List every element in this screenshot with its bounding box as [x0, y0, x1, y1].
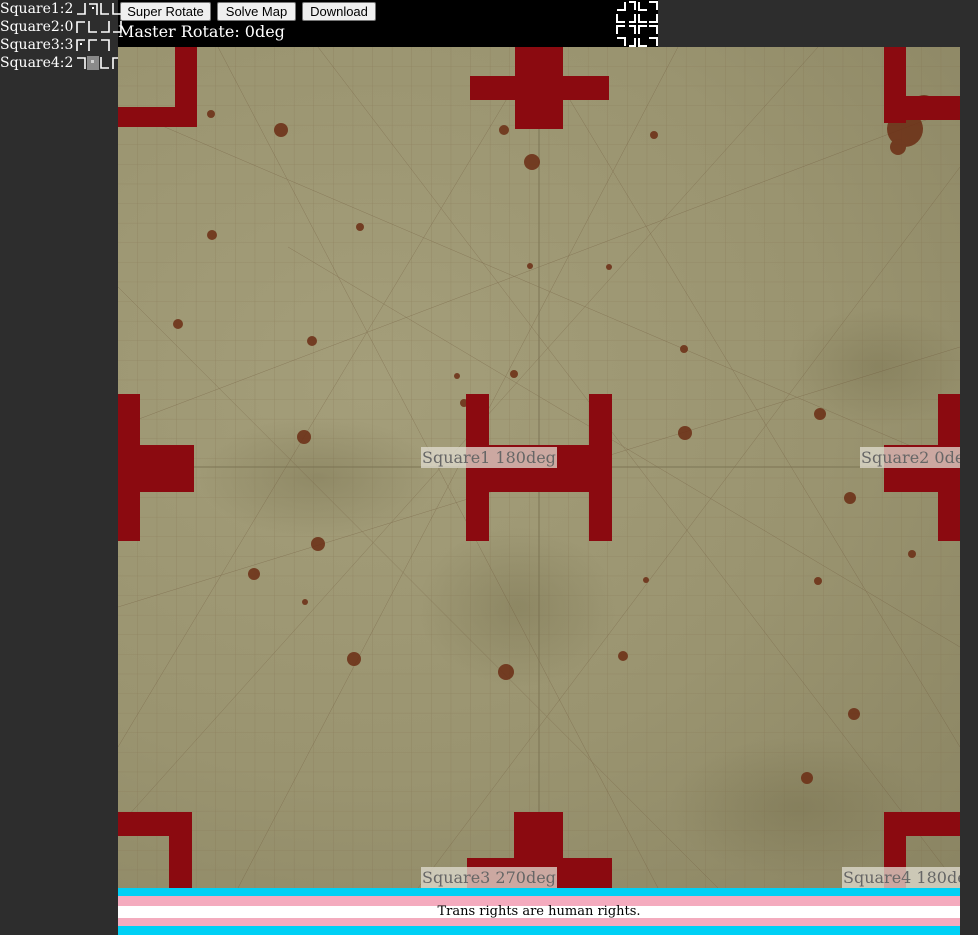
square4-row: Square4:2	[0, 54, 123, 72]
square1-map-label: Square1 180deg	[421, 447, 557, 468]
square2-map-label: Square2 0deg	[860, 447, 960, 468]
square-piece-icon[interactable]	[87, 37, 99, 53]
square-piece-icon[interactable]	[111, 1, 123, 17]
square4-map-label: Square4 180deg	[842, 867, 960, 888]
square3-map-label: Square3 270deg	[421, 867, 557, 888]
treasure-map[interactable]: Square1 180deg Square2 0deg Square3 270d…	[118, 47, 960, 888]
footer-text: Trans rights are human rights.	[437, 904, 641, 919]
square3-row: Square3:3	[0, 36, 123, 54]
super-rotate-button[interactable]: Super Rotate	[120, 2, 211, 21]
square2-row: Square2:0	[0, 18, 123, 36]
download-button[interactable]: Download	[302, 2, 376, 21]
square-piece-icon[interactable]	[75, 55, 87, 71]
square-piece-icon[interactable]	[87, 1, 99, 17]
square2-label: Square2:0	[0, 19, 74, 35]
square-piece-icon[interactable]	[75, 19, 87, 35]
square-piece-icon[interactable]	[99, 55, 111, 71]
square3-label: Square3:3	[0, 37, 74, 53]
mini-map-preview-icon	[616, 1, 658, 47]
square1-label: Square1:2	[0, 1, 74, 17]
square-piece-icon[interactable]	[87, 19, 99, 35]
square-piece-icon[interactable]	[87, 55, 100, 71]
square-piece-icon[interactable]	[99, 1, 111, 17]
square-piece-icon[interactable]	[111, 19, 123, 35]
trans-flag-banner: Trans rights are human rights.	[118, 888, 960, 935]
square-piece-icon[interactable]	[75, 1, 87, 17]
master-rotate-readout: Master Rotate: 0deg	[118, 22, 285, 41]
square-piece-icon[interactable]	[99, 37, 111, 53]
square-piece-icon[interactable]	[75, 37, 87, 53]
solve-map-button[interactable]: Solve Map	[217, 2, 296, 21]
square4-label: Square4:2	[0, 55, 74, 71]
square1-row: Square1:2	[0, 0, 123, 18]
square-piece-icon[interactable]	[99, 19, 111, 35]
